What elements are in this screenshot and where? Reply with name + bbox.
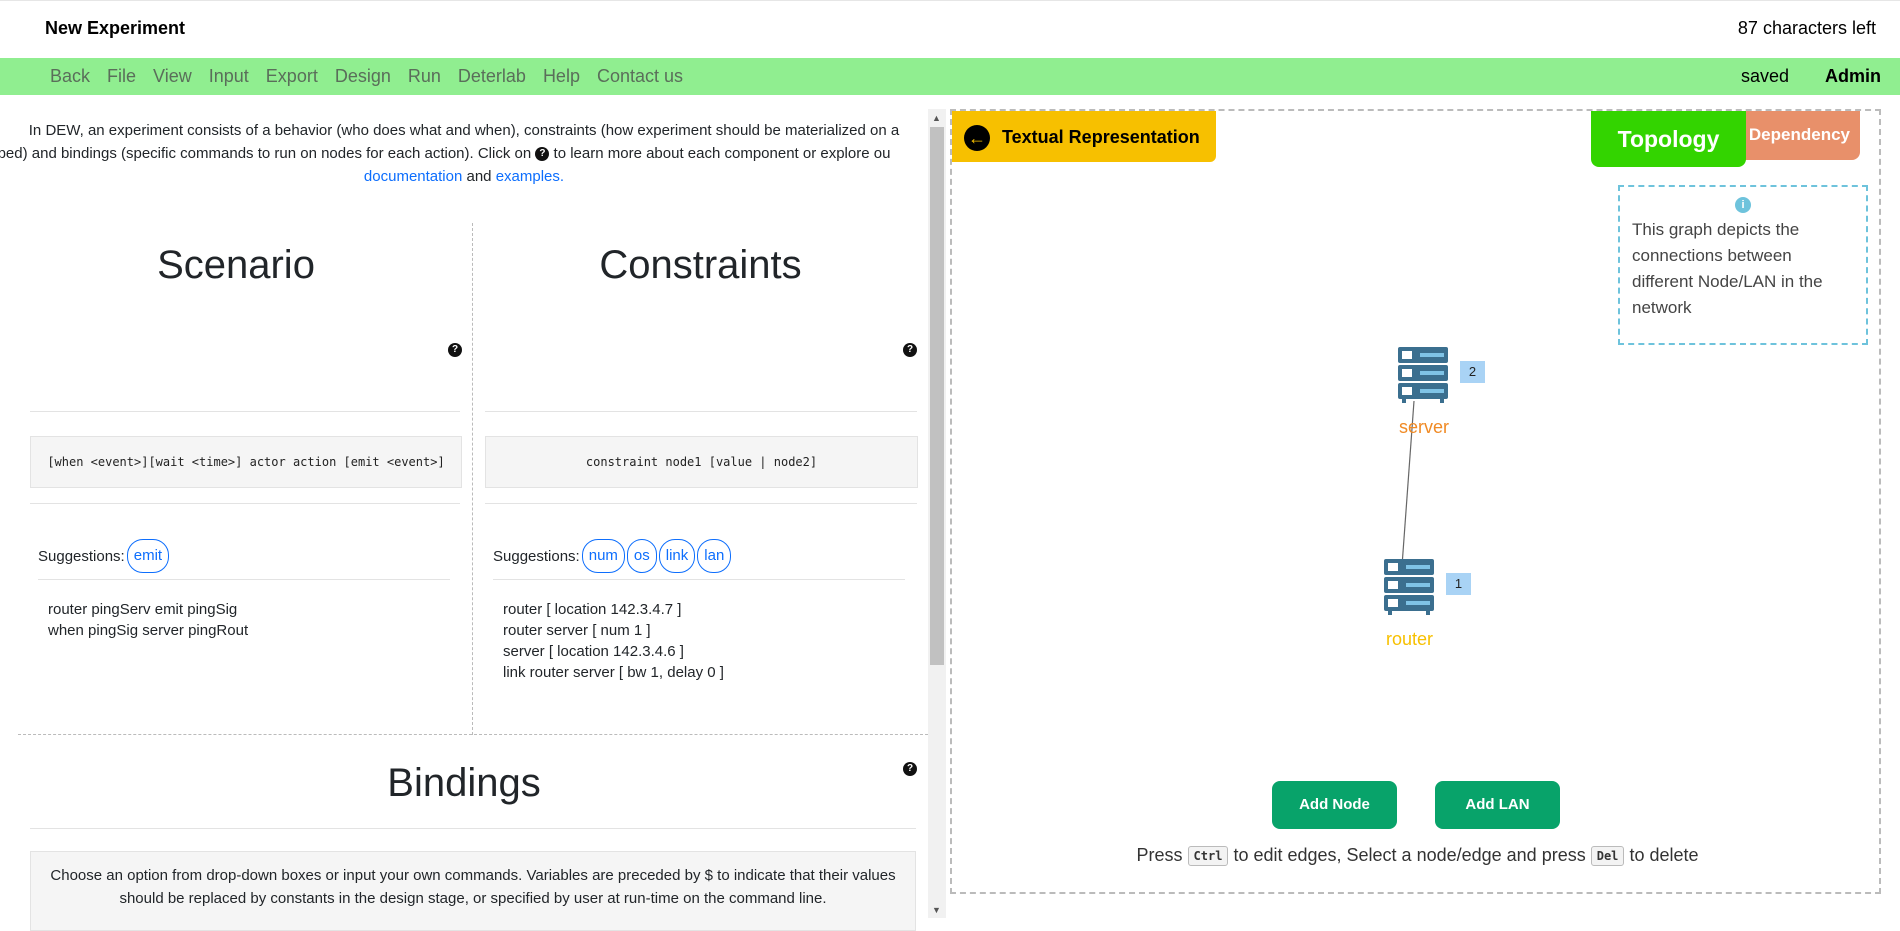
divider: [493, 579, 905, 580]
del-key: Del: [1590, 846, 1625, 867]
menu-input[interactable]: Input: [209, 66, 249, 87]
constraints-syntax: constraint node1 [value | node2]: [485, 436, 918, 488]
documentation-link[interactable]: documentation: [364, 168, 462, 185]
info-box: i This graph depicts the connections bet…: [1618, 185, 1868, 345]
suggestion-os[interactable]: os: [626, 539, 657, 573]
suggestion-link[interactable]: link: [658, 539, 696, 573]
server-node-badge: 2: [1460, 361, 1485, 383]
menu-run[interactable]: Run: [408, 66, 441, 87]
add-lan-button[interactable]: Add LAN: [1435, 781, 1560, 829]
edit-hint: Press Ctrl to edit edges, Select a node/…: [1136, 845, 1699, 867]
intro-line-1: In DEW, an experiment consists of a beha…: [28, 122, 900, 139]
scroll-up-arrow-icon[interactable]: ▲: [932, 113, 941, 123]
menu-help[interactable]: Help: [543, 66, 580, 87]
scroll-down-arrow-icon[interactable]: ▼: [932, 905, 941, 915]
suggestion-emit[interactable]: emit: [126, 539, 170, 573]
constraints-help-icon[interactable]: ?: [903, 343, 917, 357]
bindings-help-icon[interactable]: ?: [903, 762, 917, 776]
user-menu[interactable]: Admin: [1825, 66, 1881, 87]
menu-back[interactable]: Back: [50, 66, 90, 87]
topology-tab[interactable]: Topology: [1591, 111, 1746, 167]
server-node-label: server: [1399, 417, 1450, 437]
add-node-button[interactable]: Add Node: [1272, 781, 1397, 829]
scenario-syntax: [when <event>][wait <time>] actor action…: [30, 436, 462, 488]
server-node-icon: [1398, 347, 1448, 403]
router-node-label: router: [1386, 629, 1434, 649]
divider: [30, 411, 460, 412]
intro-text: In DEW, an experiment consists of a beha…: [0, 119, 928, 188]
topology-panel: 2 server 1 router ← Textual Representati…: [950, 109, 1881, 894]
scenario-panel: Scenario ? [when <event>][wait <time>] a…: [0, 223, 472, 735]
save-status: saved: [1741, 66, 1790, 86]
intro-line-2: estbed) and bindings (specific commands …: [0, 145, 891, 162]
page-title: New Experiment: [45, 18, 186, 38]
characters-left: 87 characters left: [1737, 18, 1876, 38]
intro-line-3: documentation and examples.: [363, 168, 565, 185]
arrow-left-icon: ←: [964, 125, 990, 151]
question-icon: ?: [535, 147, 550, 162]
editor-scrollbar[interactable]: ▲ ▼: [928, 109, 946, 918]
examples-link[interactable]: examples.: [496, 168, 564, 185]
menu-view[interactable]: View: [153, 66, 192, 87]
textual-representation-tab[interactable]: ← Textual Representation: [952, 111, 1216, 162]
divider: [30, 828, 916, 829]
section-divider: [18, 734, 928, 735]
scenario-suggestions: Suggestions: emit: [38, 539, 170, 573]
bindings-description: Choose an option from drop-down boxes or…: [30, 851, 916, 931]
router-node-icon: [1384, 559, 1434, 615]
scrollbar-thumb[interactable]: [930, 127, 944, 665]
menu-items: Back File View Input Export Design Run D…: [50, 66, 700, 87]
menu-export[interactable]: Export: [266, 66, 318, 87]
divider: [30, 503, 460, 504]
menu-design[interactable]: Design: [335, 66, 391, 87]
top-bar: New Experiment 87 characters left: [0, 0, 1900, 58]
constraints-title: Constraints: [599, 243, 802, 287]
scenario-help-icon[interactable]: ?: [448, 343, 462, 357]
constraints-editor[interactable]: router [ location 142.3.4.7 ] router ser…: [503, 599, 724, 683]
menu-file[interactable]: File: [107, 66, 136, 87]
scenario-title: Scenario: [157, 243, 315, 287]
info-icon: i: [1735, 197, 1751, 213]
bindings-title: Bindings: [387, 761, 541, 805]
router-node-badge: 1: [1446, 573, 1471, 595]
ctrl-key: Ctrl: [1187, 846, 1229, 867]
divider: [485, 503, 917, 504]
divider: [38, 579, 450, 580]
menu-deterlab[interactable]: Deterlab: [458, 66, 526, 87]
editor-panel: In DEW, an experiment consists of a beha…: [0, 109, 928, 931]
constraints-panel: Constraints ? constraint node1 [value | …: [473, 223, 928, 735]
dependency-tab[interactable]: Dependency: [1732, 111, 1860, 160]
suggestion-lan[interactable]: lan: [697, 539, 732, 573]
scenario-editor[interactable]: router pingServ emit pingSig when pingSi…: [48, 599, 248, 641]
divider: [485, 411, 917, 412]
constraints-suggestions: Suggestions: num os link lan: [493, 539, 732, 573]
menu-contact-us[interactable]: Contact us: [597, 66, 683, 87]
suggestion-num[interactable]: num: [581, 539, 625, 573]
menu-bar: Back File View Input Export Design Run D…: [0, 58, 1900, 95]
